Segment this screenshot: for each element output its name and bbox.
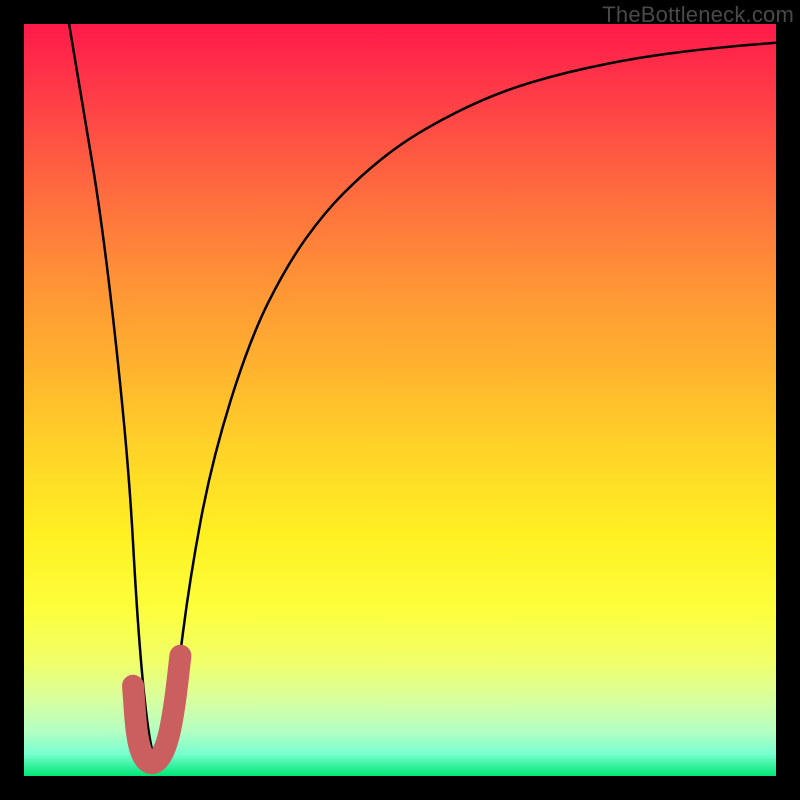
chart-frame: TheBottleneck.com (0, 0, 800, 800)
chart-svg (24, 24, 776, 776)
plot-area (24, 24, 776, 776)
watermark-text: TheBottleneck.com (602, 2, 794, 28)
j-marker (133, 656, 180, 763)
